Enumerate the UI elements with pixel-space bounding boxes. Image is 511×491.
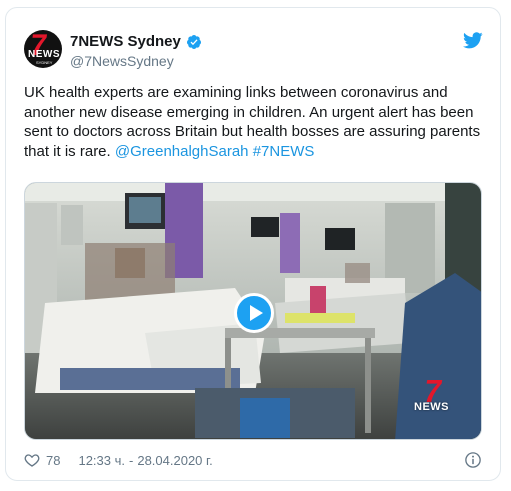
watermark-text: NEWS — [414, 401, 449, 413]
channel-watermark: 7 NEWS — [414, 373, 460, 418]
heart-icon[interactable] — [24, 452, 40, 468]
mention-link[interactable]: @GreenhalghSarah — [115, 143, 249, 160]
play-icon — [249, 305, 263, 321]
like-count[interactable]: 78 — [46, 453, 60, 468]
twitter-bird-icon[interactable] — [463, 32, 483, 49]
hashtag-link[interactable]: #7NEWS — [253, 143, 315, 160]
avatar-logo-subtext: SYDNEY — [36, 60, 53, 65]
info-icon[interactable] — [464, 451, 482, 469]
tweet-time[interactable]: 12:33 ч. — [78, 453, 125, 468]
tweet-text: UK health experts are examining links be… — [24, 83, 488, 161]
handle[interactable]: @7NewsSydney — [70, 53, 174, 69]
tweet-footer: 78 12:33 ч. - 28.04.2020 г. — [24, 450, 482, 470]
play-button[interactable] — [234, 293, 274, 333]
avatar-logo-text: NEWS — [28, 49, 60, 60]
tweet-card[interactable]: 7 NEWS SYDNEY 7NEWS Sydney @7NewsSydney … — [5, 7, 501, 481]
timestamp-separator: - — [129, 452, 134, 468]
display-name[interactable]: 7NEWS Sydney — [70, 33, 181, 51]
author-name-row: 7NEWS Sydney — [70, 33, 202, 51]
avatar[interactable]: 7 NEWS SYDNEY — [24, 30, 62, 68]
verified-badge-icon — [186, 35, 201, 49]
video-thumbnail[interactable]: 7 NEWS — [24, 182, 482, 440]
tweet-date[interactable]: 28.04.2020 г. — [137, 453, 212, 468]
